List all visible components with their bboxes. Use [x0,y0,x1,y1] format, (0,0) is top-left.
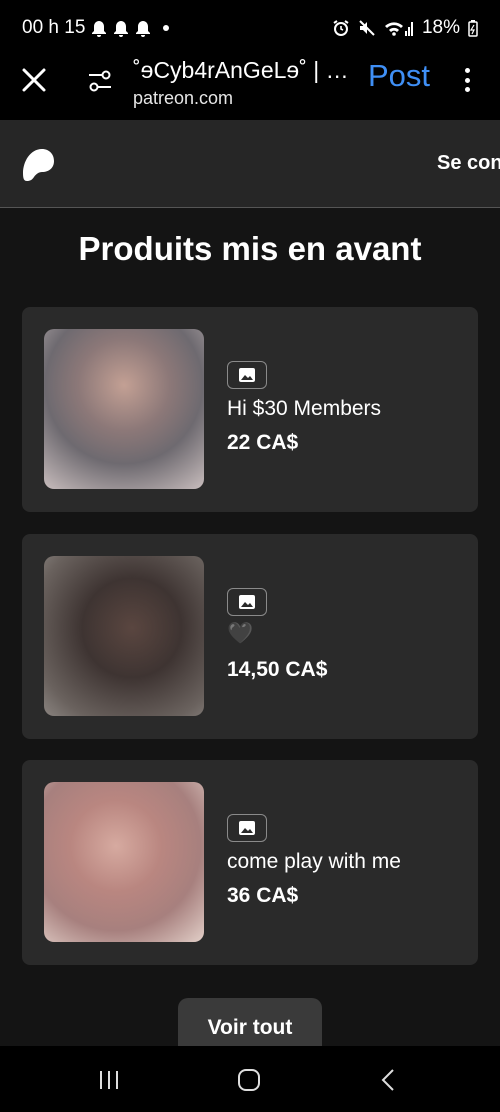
battery-icon [468,20,478,37]
more-options-icon[interactable] [460,66,474,94]
product-thumbnail[interactable] [44,556,204,716]
alarm-icon [333,20,349,36]
notification-bell-icon [92,20,107,37]
product-thumbnail[interactable] [44,329,204,489]
media-badge [227,814,267,842]
product-name: 🖤 [227,622,254,645]
section-title: Produits mis en avant [78,230,422,267]
patreon-logo-icon[interactable] [22,147,56,181]
product-price: 36 CA$ [227,884,299,907]
status-right: 18% [332,17,478,39]
site-header: Se con [0,120,500,208]
status-bar: 00 h 15 18% [0,0,500,56]
recent-apps-icon[interactable] [98,1070,120,1090]
login-link[interactable]: Se con [437,152,500,175]
browser-toolbar: ˚ɘCyb4rAnGeLɘ˚ | … patreon.com Post [0,56,500,120]
product-name: come play with me [227,850,401,873]
home-icon[interactable] [237,1068,261,1092]
mute-icon [359,20,375,36]
system-nav-bar [0,1046,500,1112]
close-icon[interactable] [20,66,48,94]
media-badge [227,588,267,616]
product-card[interactable]: come play with me 36 CA$ [22,760,478,965]
image-icon [239,368,255,382]
notification-dot-icon [163,25,170,31]
back-icon[interactable] [380,1068,396,1092]
notification-bell-icon [136,20,151,37]
status-time: 00 h 15 [22,17,86,38]
wifi-signal-icon [384,22,413,36]
page-settings-icon[interactable] [88,68,112,94]
product-card[interactable]: 🖤 14,50 CA$ [22,534,478,739]
notification-bell-icon [114,20,129,37]
page-title-area[interactable]: ˚ɘCyb4rAnGeLɘ˚ | … patreon.com [133,56,365,110]
image-icon [239,595,255,609]
post-button[interactable]: Post [368,58,430,94]
image-icon [239,821,255,835]
media-badge [227,361,267,389]
battery-percent: 18% [421,17,460,38]
product-name: Hi $30 Members [227,397,382,420]
product-price: 14,50 CA$ [227,658,328,681]
product-card[interactable]: Hi $30 Members 22 CA$ [22,307,478,512]
status-left: 00 h 15 [22,17,170,39]
product-thumbnail[interactable] [44,782,204,942]
page-url: patreon.com [133,88,234,108]
page-title: ˚ɘCyb4rAnGeLɘ˚ | … [133,57,349,83]
product-price: 22 CA$ [227,431,299,454]
